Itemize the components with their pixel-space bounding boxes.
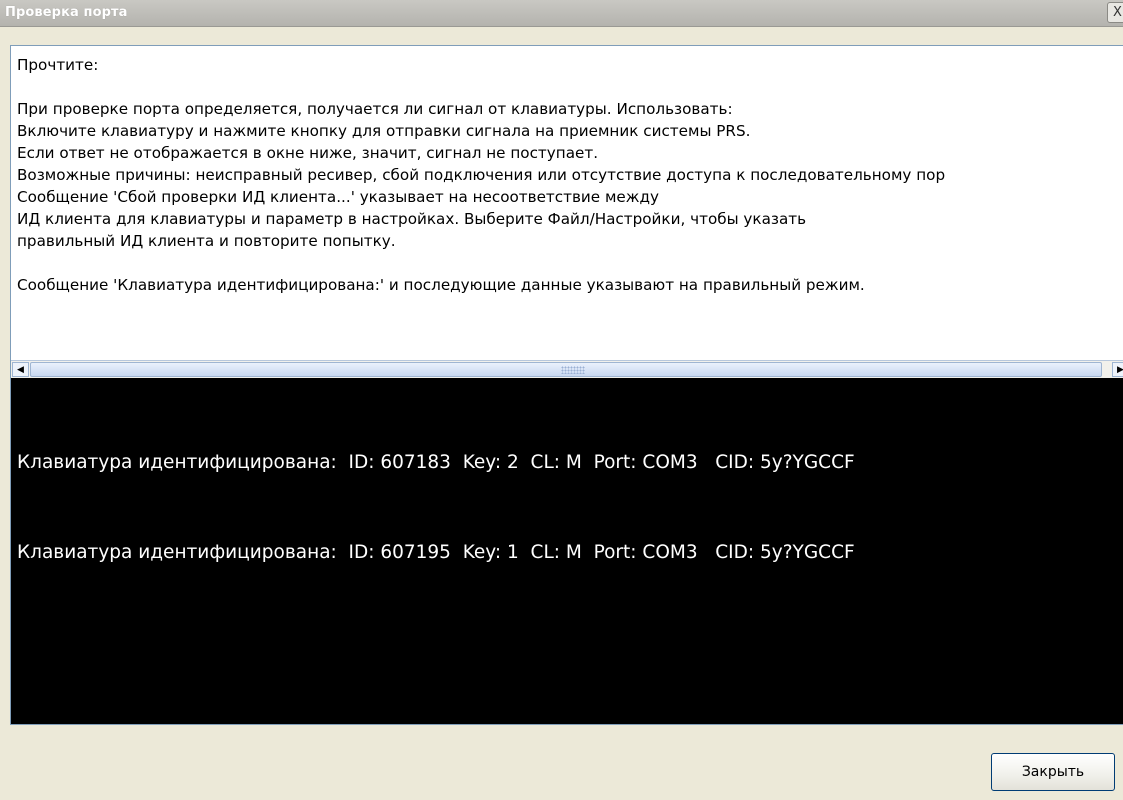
instruction-line: Прочтите: bbox=[17, 56, 99, 74]
grip-icon bbox=[561, 366, 585, 374]
content-panel: Прочтите: При проверке порта определяетс… bbox=[10, 45, 1123, 725]
scroll-left-button[interactable]: ◀ bbox=[12, 362, 29, 377]
instruction-line bbox=[17, 252, 1123, 274]
instruction-line: Сообщение 'Сбой проверки ИД клиента...' … bbox=[17, 188, 659, 206]
arrow-left-icon: ◀ bbox=[17, 364, 24, 375]
arrow-right-icon: ▶ bbox=[1117, 365, 1123, 375]
horizontal-scrollbar[interactable]: ◀ ▶ bbox=[11, 360, 1123, 378]
instruction-line bbox=[17, 76, 1123, 98]
instruction-line: Сообщение 'Клавиатура идентифицирована:'… bbox=[17, 276, 865, 294]
instructions-text-area[interactable]: Прочтите: При проверке порта определяетс… bbox=[11, 46, 1123, 361]
instruction-line: Если ответ не отображается в окне ниже, … bbox=[17, 144, 599, 162]
scroll-right-button[interactable]: ▶ bbox=[1112, 362, 1123, 377]
port-output-console[interactable]: Клавиатура идентифицирована: ID: 607183 … bbox=[11, 378, 1123, 724]
console-line: Клавиатура идентифицирована: ID: 607183 … bbox=[17, 452, 855, 473]
instruction-line: правильный ИД клиента и повторите попытк… bbox=[17, 232, 396, 250]
instruction-line: Возможные причины: неисправный ресивер, … bbox=[17, 166, 946, 184]
instruction-line: Включите клавиатуру и нажмите кнопку для… bbox=[17, 122, 751, 140]
close-button[interactable]: Закрыть bbox=[991, 753, 1115, 791]
console-line: Клавиатура идентифицирована: ID: 607195 … bbox=[17, 542, 855, 563]
instruction-line: При проверке порта определяется, получае… bbox=[17, 100, 733, 118]
scroll-thumb[interactable] bbox=[30, 362, 1102, 377]
instruction-line: ИД клиента для клавиатуры и параметр в н… bbox=[17, 210, 807, 228]
window-title: Проверка порта bbox=[5, 5, 128, 20]
window-close-button[interactable]: X bbox=[1107, 2, 1123, 23]
close-icon: X bbox=[1113, 5, 1122, 20]
title-bar: Проверка порта X bbox=[0, 0, 1123, 27]
